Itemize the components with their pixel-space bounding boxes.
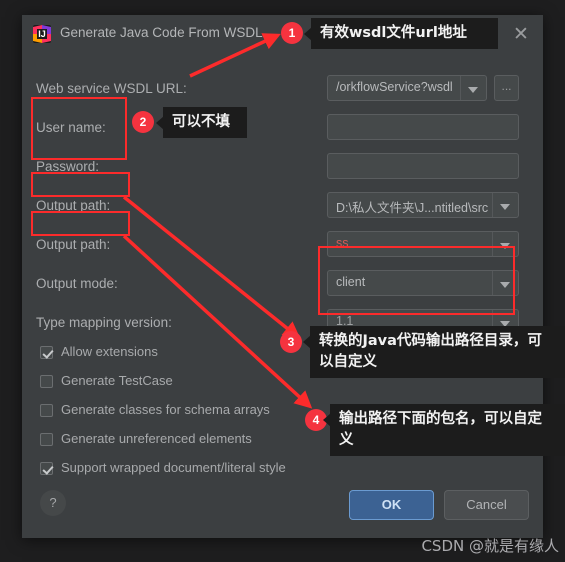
checkbox-box[interactable] [40, 433, 53, 446]
output-path-label: Output path: [36, 198, 111, 213]
checkbox-box[interactable] [40, 346, 53, 359]
user-name-label: User name: [36, 120, 106, 135]
output-mode-label: Output mode: [36, 276, 118, 291]
checkbox-box[interactable] [40, 375, 53, 388]
password-label: Password: [36, 159, 100, 174]
wsdl-url-label: Web service WSDL URL: [36, 81, 187, 96]
wsdl-url-value: /orkflowService?wsdl [336, 80, 453, 94]
output-package-combobox[interactable]: ss [327, 231, 519, 257]
checkbox-label: Generate unreferenced elements [61, 431, 252, 446]
password-input[interactable] [327, 153, 519, 179]
type-mapping-version-value: 1.1 [336, 314, 354, 328]
svg-text:IJ: IJ [38, 29, 46, 39]
chevron-down-icon[interactable] [492, 193, 518, 217]
dialog-footer: ? OK Cancel [22, 454, 543, 538]
checkbox-label: Generate TestCase [61, 373, 173, 388]
output-path-value: D:\私人文件夹\J...ntitled\src [336, 201, 489, 215]
dialog-title: Generate Java Code From WSDL [60, 25, 263, 40]
type-mapping-version-combobox[interactable]: 1.1 [327, 309, 519, 335]
watermark: CSDN @就是有缘人 [421, 537, 559, 555]
output-package-value: ss [336, 236, 349, 250]
chevron-down-icon[interactable] [460, 76, 486, 100]
output-path-combobox[interactable]: D:\私人文件夹\J...ntitled\src [327, 192, 519, 218]
chevron-down-icon[interactable] [492, 232, 518, 256]
dialog-titlebar: IJ Generate Java Code From WSDL ✕ [22, 15, 543, 54]
chevron-down-icon[interactable] [492, 310, 518, 334]
chevron-down-icon[interactable] [492, 271, 518, 295]
close-icon[interactable]: ✕ [509, 23, 533, 47]
cancel-button[interactable]: Cancel [444, 490, 529, 520]
type-mapping-version-label: Type mapping version: [36, 315, 172, 330]
checkbox-label: Generate classes for schema arrays [61, 402, 270, 417]
ok-button[interactable]: OK [349, 490, 434, 520]
dialog-form: Web service WSDL URL: /orkflowService?ws… [22, 54, 543, 494]
output-mode-combobox[interactable]: client [327, 270, 519, 296]
output-mode-value: client [336, 275, 366, 289]
wsdl-url-browse-button[interactable]: ... [494, 75, 519, 101]
user-name-input[interactable] [327, 114, 519, 140]
screenshot-root: IJ Generate Java Code From WSDL ✕ Web se… [0, 0, 565, 562]
checkbox-label: Allow extensions [61, 344, 158, 359]
output-package-label: Output path: [36, 237, 111, 252]
intellij-idea-icon: IJ [33, 25, 51, 43]
help-button[interactable]: ? [40, 490, 66, 516]
generate-java-code-dialog: IJ Generate Java Code From WSDL ✕ Web se… [22, 15, 543, 538]
wsdl-url-combobox[interactable]: /orkflowService?wsdl [327, 75, 487, 101]
checkbox-box[interactable] [40, 404, 53, 417]
